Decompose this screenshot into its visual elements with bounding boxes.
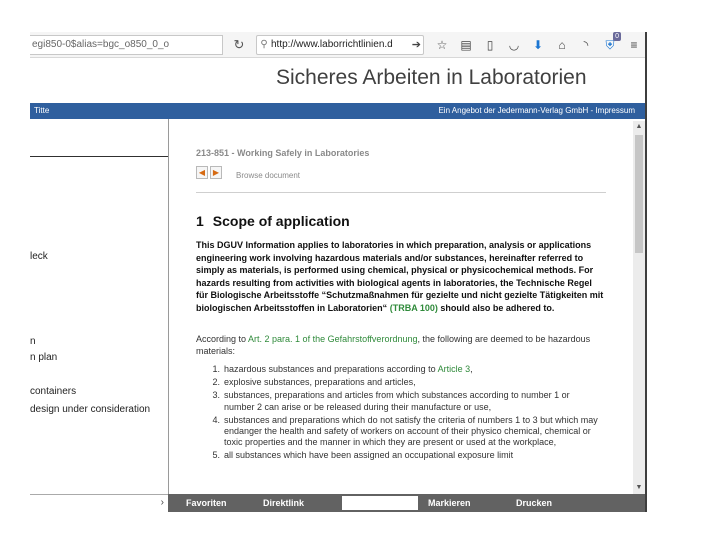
go-arrow-icon[interactable]: ➔ [412,36,421,54]
list-text: substances and preparations which do not… [224,414,598,448]
lead-paragraph: This DGUV Information applies to laborat… [196,239,606,315]
left-bottom-bar: › [30,494,168,512]
site-title: Sicheres Arbeiten in Laboratorien [276,66,587,89]
list-number: 4. [212,414,220,425]
left-item[interactable]: n plan [30,352,57,363]
left-item[interactable]: containers [30,386,76,397]
left-item[interactable]: design under consideration [30,404,150,415]
list-item: 5. all substances which have been assign… [206,450,601,461]
bookmark-star-icon[interactable]: ☆ [430,35,454,55]
scroll-thumb[interactable] [635,135,643,253]
article-link[interactable]: Article 3 [438,364,471,374]
url-left-text: egi850-0$alias=bgc_o850_0_o [32,39,170,50]
list-tail: , [470,364,473,374]
next-page-icon[interactable]: ▶ [210,166,222,179]
window-edge [645,32,647,512]
list-text: substances, preparations and articles fr… [224,390,570,412]
toolbar-icons: ☆ ▤ ▯ ◡ ⬇ ⌂ ◝ ⛨ 0 ≡ [430,32,646,55]
nav-tab-title[interactable]: Titte [34,103,49,119]
gefahrstoff-link[interactable]: Art. 2 para. 1 of the Gefahrstoffverordn… [248,334,417,344]
left-item[interactable]: leck [30,251,48,262]
section-number: 1 [196,213,204,229]
hazard-list: 1. hazardous substances and preparations… [206,364,601,464]
browser-toolbar: egi850-0$alias=bgc_o850_0_o ↻ ⚲ http://ww… [30,32,647,58]
intro-paragraph: According to Art. 2 para. 1 of the Gefah… [196,334,606,357]
markieren-button[interactable]: Markieren [428,494,471,512]
left-item[interactable]: n [30,336,36,347]
url-field-left[interactable]: egi850-0$alias=bgc_o850_0_o [30,35,223,55]
site-nav-bar: Titte Ein Angebot der Jedermann-Verlag G… [30,103,647,119]
browse-document-link[interactable]: Browse document [236,171,300,180]
search-input[interactable] [342,496,418,510]
intro-pre: According to [196,334,249,344]
menu-icon[interactable]: ≡ [622,35,646,55]
download-icon[interactable]: ⬇ [526,35,550,55]
section-title: 1 Scope of application [196,213,350,229]
address-text: http://www.laborrichtlinien.d [271,39,393,50]
address-bar[interactable]: ⚲ http://www.laborrichtlinien.d ➔ [256,35,424,55]
trba-link[interactable]: (TRBA 100) [390,303,438,313]
left-divider [30,156,168,157]
lead-tail: should also be adhered to. [437,302,555,313]
list-number: 2. [212,377,220,388]
document-scrollbar[interactable]: ▲ ▼ [633,121,645,494]
reading-list-icon[interactable]: ▤ [454,35,478,55]
search-icon: ⚲ [260,39,268,50]
extension-badge: 0 [613,32,621,41]
scroll-down-icon[interactable]: ▼ [633,482,645,494]
list-text: hazardous substances and preparations ac… [224,364,438,374]
favoriten-button[interactable]: Favoriten [186,494,227,512]
extension-shield-icon[interactable]: ⛨ 0 [598,32,622,55]
document-pane: 213-851 - Working Safely in Laboratories… [168,119,645,494]
list-item: 1. hazardous substances and preparations… [206,364,601,375]
list-text: explosive substances, preparations and a… [224,377,416,388]
list-number: 5. [212,450,220,461]
list-text: all substances which have been assigned … [224,450,514,461]
drucken-button[interactable]: Drucken [516,494,552,512]
publisher-link[interactable]: Ein Angebot der Jedermann-Verlag GmbH - … [438,103,635,119]
list-item: 2. explosive substances, preparations an… [206,377,601,388]
pocket-icon[interactable]: ◡ [502,35,526,55]
reload-icon[interactable]: ↻ [230,36,248,54]
list-number: 3. [212,390,220,401]
document-nav: ◀ ▶ [196,166,222,179]
chevron-right-icon[interactable]: › [161,497,164,508]
list-item: 3. substances, preparations and articles… [206,390,601,412]
document-header: 213-851 - Working Safely in Laboratories [196,148,370,158]
section-title-text: Scope of application [212,213,350,229]
list-item: 4. substances and preparations which do … [206,415,601,449]
document-bottom-bar: Favoriten Direktlink Markieren Drucken [168,494,645,512]
scroll-up-icon[interactable]: ▲ [633,121,645,133]
direktlink-button[interactable]: Direktlink [263,494,304,512]
list-number: 1. [212,364,220,374]
home-icon[interactable]: ⌂ [550,35,574,55]
rss-icon[interactable]: ◝ [574,35,598,55]
page-icon[interactable]: ▯ [478,35,502,55]
header-divider [196,192,606,193]
previous-page-icon[interactable]: ◀ [196,166,208,179]
